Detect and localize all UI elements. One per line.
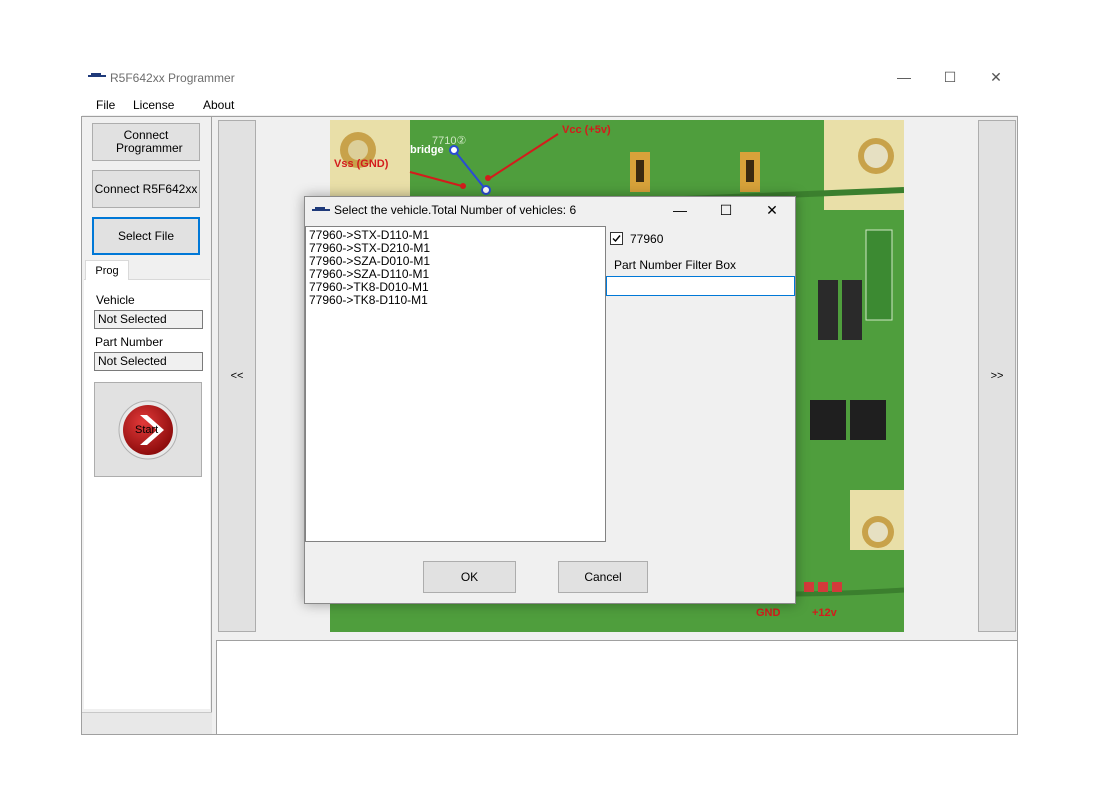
checkmark-icon — [612, 235, 621, 243]
maximize-button[interactable]: ☐ — [936, 67, 964, 87]
menu-license[interactable]: License — [133, 98, 174, 112]
dialog-logo-icon — [312, 207, 330, 211]
start-button[interactable]: Start — [94, 382, 202, 477]
pcb-label-vss: Vss (GND) — [334, 158, 389, 170]
model-checkbox-label: 77960 — [630, 232, 664, 246]
cancel-button[interactable]: Cancel — [558, 561, 648, 593]
menu-about[interactable]: About — [203, 98, 234, 112]
list-item[interactable]: 77960->TK8-D110-M1 — [309, 294, 428, 307]
next-image-button[interactable]: >> — [978, 120, 1016, 632]
pcb-label-chip-code: 7710② — [432, 135, 467, 147]
menu-file[interactable]: File — [96, 98, 115, 112]
dialog-close-button[interactable]: ✕ — [758, 200, 786, 220]
window-title: R5F642xx Programmer — [110, 71, 235, 85]
app-logo-icon — [88, 73, 106, 77]
pcb-label-vcc: Vcc (+5v) — [562, 124, 611, 136]
tab-prog[interactable]: Prog — [85, 260, 129, 280]
dialog-maximize-button[interactable]: ☐ — [712, 200, 740, 220]
prev-image-button[interactable]: << — [218, 120, 256, 632]
connect-programmer-button[interactable]: Connect Programmer — [92, 123, 200, 161]
vehicle-label: Vehicle — [96, 293, 135, 307]
filter-label: Part Number Filter Box — [614, 258, 737, 272]
pcb-label-gnd: GND — [756, 607, 781, 619]
dialog-title: Select the vehicle.Total Number of vehic… — [334, 203, 577, 217]
status-strip — [82, 712, 212, 734]
connect-chip-button[interactable]: Connect R5F642xx — [92, 170, 200, 208]
start-label: Start — [135, 424, 159, 436]
part-number-field: Not Selected — [94, 352, 203, 371]
close-button[interactable]: ✕ — [982, 67, 1010, 87]
vehicle-field: Not Selected — [94, 310, 203, 329]
select-file-button[interactable]: Select File — [92, 217, 200, 255]
pcb-label-12v: +12v — [812, 607, 837, 619]
log-output[interactable] — [216, 640, 1018, 735]
connect-programmer-label: Connect Programmer — [116, 128, 183, 155]
dialog-minimize-button[interactable]: — — [666, 200, 694, 220]
minimize-button[interactable]: — — [890, 67, 918, 87]
ok-button[interactable]: OK — [423, 561, 516, 593]
part-number-label: Part Number — [95, 335, 164, 349]
part-number-filter-input[interactable] — [606, 276, 795, 296]
model-checkbox[interactable] — [610, 232, 623, 245]
